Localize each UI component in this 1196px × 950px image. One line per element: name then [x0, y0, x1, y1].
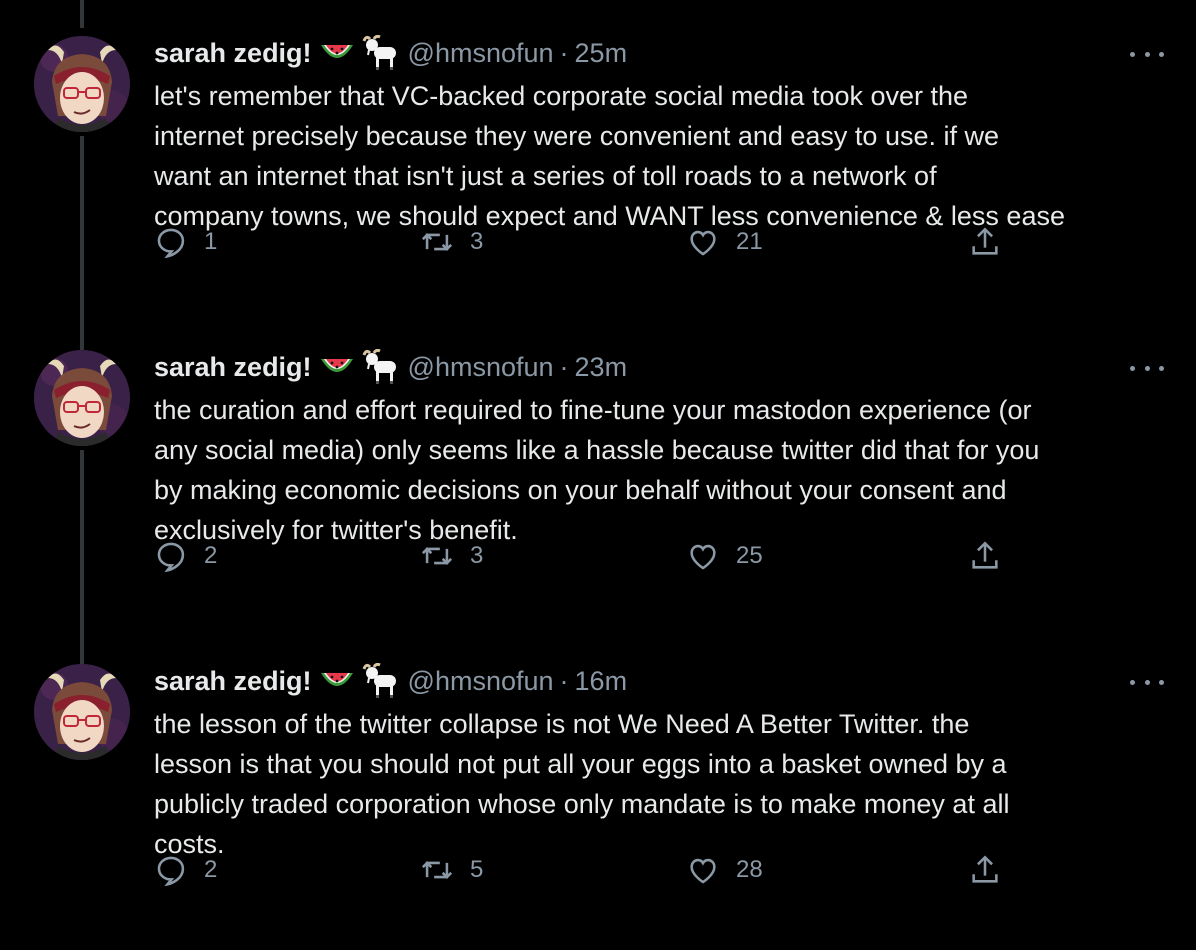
- tweet-text: let's remember that VC-backed corporate …: [154, 81, 1065, 231]
- retweet-count: 5: [470, 856, 484, 883]
- tweet-text: the curation and effort required to fine…: [154, 395, 1040, 545]
- retweet-button[interactable]: 3: [420, 536, 483, 576]
- reply-count: 2: [204, 542, 218, 569]
- reply-count: 1: [204, 228, 218, 255]
- like-count: 25: [736, 542, 763, 569]
- tweet-actions: 1 3 21: [154, 222, 1034, 262]
- user-handle[interactable]: @hmsnofun: [408, 350, 554, 384]
- reply-icon: [154, 225, 188, 259]
- tweet-header: sarah zedig! @hmsnofun · 23m: [154, 349, 628, 385]
- share-icon: [968, 539, 1002, 573]
- like-count: 21: [736, 228, 763, 255]
- retweet-icon: [420, 225, 454, 259]
- separator-dot: ·: [559, 666, 569, 696]
- watermelon-icon: [320, 41, 354, 65]
- tweet-header: sarah zedig! @hmsnofun · 16m: [154, 663, 628, 699]
- more-options-icon[interactable]: [1130, 44, 1164, 64]
- reply-button[interactable]: 1: [154, 222, 217, 262]
- tweet-actions: 2 3 25: [154, 536, 1034, 576]
- user-handle[interactable]: @hmsnofun: [408, 664, 554, 698]
- watermelon-icon: [320, 355, 354, 379]
- timestamp[interactable]: 23m: [575, 350, 628, 384]
- retweet-button[interactable]: 5: [420, 850, 483, 890]
- tweet-thread: sarah zedig! @hmsnofun · 25m let's remem…: [0, 0, 1196, 950]
- goat-icon: [362, 35, 400, 71]
- more-options-icon[interactable]: [1130, 358, 1164, 378]
- watermelon-icon: [320, 669, 354, 693]
- reply-count: 2: [204, 856, 218, 883]
- like-icon: [686, 539, 720, 573]
- separator-dot: ·: [559, 352, 569, 382]
- tweet[interactable]: sarah zedig! @hmsnofun · 25m let's remem…: [0, 0, 1196, 314]
- share-icon: [968, 225, 1002, 259]
- like-button[interactable]: 21: [686, 222, 763, 262]
- display-name[interactable]: sarah zedig!: [154, 36, 312, 70]
- like-count: 28: [736, 856, 763, 883]
- tweet-actions: 2 5 28: [154, 850, 1034, 890]
- separator-dot: ·: [559, 38, 569, 68]
- retweet-button[interactable]: 3: [420, 222, 483, 262]
- share-button[interactable]: [968, 536, 1002, 576]
- avatar[interactable]: [34, 664, 130, 760]
- reply-button[interactable]: 2: [154, 850, 217, 890]
- tweet-text: the lesson of the twitter collapse is no…: [154, 709, 1010, 859]
- like-icon: [686, 225, 720, 259]
- tweet[interactable]: sarah zedig! @hmsnofun · 16m the lesson …: [0, 628, 1196, 942]
- avatar[interactable]: [34, 350, 130, 446]
- display-name[interactable]: sarah zedig!: [154, 664, 312, 698]
- display-name[interactable]: sarah zedig!: [154, 350, 312, 384]
- timestamp[interactable]: 25m: [575, 36, 628, 70]
- goat-icon: [362, 663, 400, 699]
- retweet-count: 3: [470, 542, 484, 569]
- retweet-count: 3: [470, 228, 484, 255]
- more-options-icon[interactable]: [1130, 672, 1164, 692]
- like-icon: [686, 853, 720, 887]
- reply-icon: [154, 539, 188, 573]
- user-handle[interactable]: @hmsnofun: [408, 36, 554, 70]
- reply-button[interactable]: 2: [154, 536, 217, 576]
- share-button[interactable]: [968, 850, 1002, 890]
- avatar[interactable]: [34, 36, 130, 132]
- retweet-icon: [420, 539, 454, 573]
- tweet[interactable]: sarah zedig! @hmsnofun · 23m the curatio…: [0, 314, 1196, 628]
- retweet-icon: [420, 853, 454, 887]
- tweet-header: sarah zedig! @hmsnofun · 25m: [154, 35, 628, 71]
- timestamp[interactable]: 16m: [575, 664, 628, 698]
- like-button[interactable]: 25: [686, 536, 763, 576]
- goat-icon: [362, 349, 400, 385]
- reply-icon: [154, 853, 188, 887]
- share-button[interactable]: [968, 222, 1002, 262]
- share-icon: [968, 853, 1002, 887]
- like-button[interactable]: 28: [686, 850, 763, 890]
